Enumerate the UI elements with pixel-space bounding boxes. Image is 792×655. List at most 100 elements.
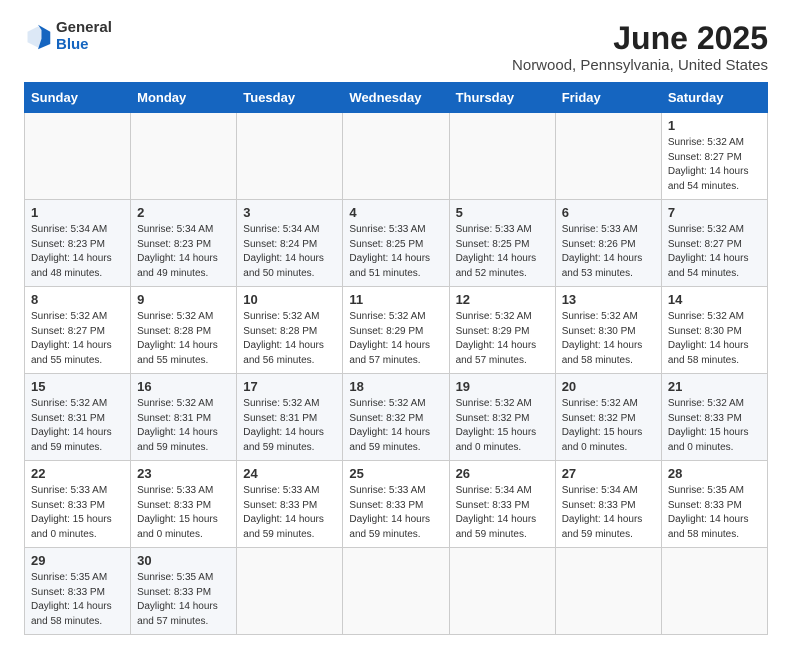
calendar-header-monday: Monday [131,83,237,113]
day-info: Sunrise: 5:32 AMSunset: 8:30 PMDaylight:… [562,310,655,368]
calendar-cell: 9Sunrise: 5:32 AMSunset: 8:28 PMDaylight… [131,287,237,374]
day-number: 13 [562,292,655,307]
day-info: Sunrise: 5:32 AMSunset: 8:32 PMDaylight:… [349,397,442,455]
calendar-cell: 29Sunrise: 5:35 AMSunset: 8:33 PMDayligh… [25,548,131,635]
calendar-week-row: 1 Sunrise: 5:32 AMSunset: 8:27 PMDaylight… [25,113,768,200]
calendar-week-row: 15 Sunrise: 5:32 AMSunset: 8:31 PMDayligh… [25,374,768,461]
calendar-cell: 24Sunrise: 5:33 AMSunset: 8:33 PMDayligh… [237,461,343,548]
day-number: 23 [137,466,230,481]
day-number: 20 [562,379,655,394]
calendar-cell [343,113,449,200]
day-info: Sunrise: 5:32 AMSunset: 8:32 PMDaylight:… [562,397,655,455]
day-info: Sunrise: 5:32 AMSunset: 8:32 PMDaylight:… [456,397,549,455]
day-number: 12 [456,292,549,307]
calendar-cell: 5 Sunrise: 5:33 AMSunset: 8:25 PMDaylight… [449,200,555,287]
day-number: 7 [668,205,761,220]
day-number: 1 [31,205,124,220]
day-info: Sunrise: 5:32 AMSunset: 8:31 PMDaylight:… [137,397,230,455]
day-number: 5 [456,205,549,220]
calendar-cell: 15 Sunrise: 5:32 AMSunset: 8:31 PMDayligh… [25,374,131,461]
day-info: Sunrise: 5:33 AMSunset: 8:33 PMDaylight:… [137,484,230,542]
title-block: June 2025 Norwood, Pennsylvania, United … [512,20,768,74]
day-number: 2 [137,205,230,220]
day-info: Sunrise: 5:34 AMSunset: 8:24 PMDaylight:… [243,223,336,281]
day-number: 15 [31,379,124,394]
day-info: Sunrise: 5:32 AMSunset: 8:31 PMDaylight:… [31,397,124,455]
calendar-header-sunday: Sunday [25,83,131,113]
day-info: Sunrise: 5:35 AMSunset: 8:33 PMDaylight:… [31,571,124,629]
calendar-cell: 14 Sunrise: 5:32 AMSunset: 8:30 PMDayligh… [661,287,767,374]
calendar-cell: 7 Sunrise: 5:32 AMSunset: 8:27 PMDaylight… [661,200,767,287]
calendar-cell: 4Sunrise: 5:33 AMSunset: 8:25 PMDaylight… [343,200,449,287]
calendar-cell: 23 Sunrise: 5:33 AMSunset: 8:33 PMDayligh… [131,461,237,548]
calendar-cell: 28 Sunrise: 5:35 AMSunset: 8:33 PMDayligh… [661,461,767,548]
day-info: Sunrise: 5:32 AMSunset: 8:29 PMDaylight:… [456,310,549,368]
calendar-cell: 25 Sunrise: 5:33 AMSunset: 8:33 PMDayligh… [343,461,449,548]
calendar-cell: 11Sunrise: 5:32 AMSunset: 8:29 PMDayligh… [343,287,449,374]
day-info: Sunrise: 5:33 AMSunset: 8:26 PMDaylight:… [562,223,655,281]
calendar-cell: 21 Sunrise: 5:32 AMSunset: 8:33 PMDayligh… [661,374,767,461]
day-number: 19 [456,379,549,394]
calendar-cell: 1 Sunrise: 5:32 AMSunset: 8:27 PMDaylight… [661,113,767,200]
day-number: 10 [243,292,336,307]
calendar-cell [449,548,555,635]
day-info: Sunrise: 5:33 AMSunset: 8:25 PMDaylight:… [349,223,442,281]
day-info: Sunrise: 5:35 AMSunset: 8:33 PMDaylight:… [668,484,761,542]
calendar-cell: 26Sunrise: 5:34 AMSunset: 8:33 PMDayligh… [449,461,555,548]
calendar-cell [131,113,237,200]
day-info: Sunrise: 5:32 AMSunset: 8:28 PMDaylight:… [243,310,336,368]
day-info: Sunrise: 5:33 AMSunset: 8:33 PMDaylight:… [31,484,124,542]
day-number: 30 [137,553,230,568]
day-number: 14 [668,292,761,307]
day-info: Sunrise: 5:32 AMSunset: 8:33 PMDaylight:… [668,397,761,455]
day-number: 1 [668,118,761,133]
day-info: Sunrise: 5:34 AMSunset: 8:33 PMDaylight:… [456,484,549,542]
calendar-cell [25,113,131,200]
day-info: Sunrise: 5:35 AMSunset: 8:33 PMDaylight:… [137,571,230,629]
calendar-cell: 18Sunrise: 5:32 AMSunset: 8:32 PMDayligh… [343,374,449,461]
calendar-header-friday: Friday [555,83,661,113]
day-info: Sunrise: 5:34 AMSunset: 8:23 PMDaylight:… [137,223,230,281]
day-number: 21 [668,379,761,394]
day-info: Sunrise: 5:33 AMSunset: 8:25 PMDaylight:… [456,223,549,281]
day-number: 17 [243,379,336,394]
calendar-cell: 30 Sunrise: 5:35 AMSunset: 8:33 PMDayligh… [131,548,237,635]
calendar-cell [237,113,343,200]
day-number: 25 [349,466,442,481]
location-text: Norwood, Pennsylvania, United States [512,57,768,74]
calendar-cell [661,548,767,635]
day-number: 8 [31,292,124,307]
day-number: 22 [31,466,124,481]
day-info: Sunrise: 5:32 AMSunset: 8:27 PMDaylight:… [668,136,761,194]
calendar-cell [237,548,343,635]
calendar-cell: 16Sunrise: 5:32 AMSunset: 8:31 PMDayligh… [131,374,237,461]
day-number: 28 [668,466,761,481]
day-info: Sunrise: 5:33 AMSunset: 8:33 PMDaylight:… [349,484,442,542]
day-info: Sunrise: 5:32 AMSunset: 8:31 PMDaylight:… [243,397,336,455]
day-info: Sunrise: 5:32 AMSunset: 8:27 PMDaylight:… [668,223,761,281]
calendar-cell: 10 Sunrise: 5:32 AMSunset: 8:28 PMDayligh… [237,287,343,374]
calendar-cell: 8 Sunrise: 5:32 AMSunset: 8:27 PMDaylight… [25,287,131,374]
day-info: Sunrise: 5:32 AMSunset: 8:30 PMDaylight:… [668,310,761,368]
day-number: 27 [562,466,655,481]
logo-icon [24,23,52,51]
calendar-cell [343,548,449,635]
calendar-cell [555,113,661,200]
day-info: Sunrise: 5:32 AMSunset: 8:27 PMDaylight:… [31,310,124,368]
page-header: General Blue June 2025 Norwood, Pennsylv… [24,20,768,74]
calendar-week-row: 1 Sunrise: 5:34 AMSunset: 8:23 PMDaylight… [25,200,768,287]
day-number: 11 [349,292,442,307]
day-number: 24 [243,466,336,481]
calendar-header-tuesday: Tuesday [237,83,343,113]
calendar-header-saturday: Saturday [661,83,767,113]
day-number: 6 [562,205,655,220]
month-title: June 2025 [512,20,768,57]
calendar-cell: 17 Sunrise: 5:32 AMSunset: 8:31 PMDayligh… [237,374,343,461]
calendar-cell: 19 Sunrise: 5:32 AMSunset: 8:32 PMDayligh… [449,374,555,461]
day-info: Sunrise: 5:34 AMSunset: 8:33 PMDaylight:… [562,484,655,542]
day-number: 3 [243,205,336,220]
calendar-cell: 27 Sunrise: 5:34 AMSunset: 8:33 PMDayligh… [555,461,661,548]
logo-text: General Blue [56,20,112,53]
calendar-cell: 3 Sunrise: 5:34 AMSunset: 8:24 PMDaylight… [237,200,343,287]
calendar-cell: 2 Sunrise: 5:34 AMSunset: 8:23 PMDaylight… [131,200,237,287]
